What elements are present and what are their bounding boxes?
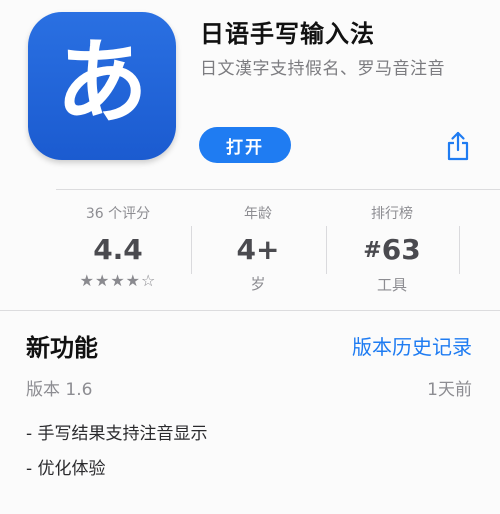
rank-hash: # — [363, 238, 382, 263]
version-label: 版本 1.6 — [26, 380, 93, 400]
stat-age[interactable]: 年龄 4+ 岁 — [200, 203, 316, 293]
rank-category: 工具 — [376, 276, 407, 294]
rank-label: 排行榜 — [371, 206, 413, 222]
release-note-item: - 优化体验 — [26, 459, 106, 479]
app-title: 日语手写输入法 — [200, 20, 375, 48]
version-history-link[interactable]: 版本历史记录 — [352, 331, 472, 360]
stat-separator — [326, 226, 327, 274]
release-notes: - 手写结果支持注音显示 - 优化体验 — [26, 424, 208, 494]
ratings-count-label: 36 个评分 — [85, 206, 151, 222]
stats-divider — [0, 310, 500, 311]
stat-ratings[interactable]: 36 个评分 4.4 ★★★★☆ — [56, 203, 180, 293]
app-store-page: あ 日语手写输入法 日文漢字支持假名、罗马音注音 打开 36 个评分 4.4 ★… — [0, 0, 500, 514]
rating-value: 4.4 — [93, 233, 143, 266]
share-button[interactable] — [444, 129, 472, 163]
app-icon-glyph: あ — [55, 29, 148, 136]
app-subtitle: 日文漢字支持假名、罗马音注音 — [200, 59, 445, 79]
age-label: 年龄 — [244, 206, 272, 222]
rank-number: 63 — [381, 233, 421, 266]
app-icon: あ — [28, 12, 176, 160]
open-button[interactable]: 打开 — [199, 127, 291, 163]
age-unit: 岁 — [250, 275, 266, 293]
stat-separator — [191, 226, 192, 274]
stat-rank[interactable]: 排行榜 #63 工具 — [334, 203, 450, 294]
rank-value: #63 — [334, 235, 450, 266]
stat-separator — [459, 226, 460, 274]
age-value: 4+ — [236, 233, 280, 266]
header-divider — [56, 189, 500, 190]
whats-new-title: 新功能 — [26, 334, 98, 362]
share-icon — [447, 131, 469, 161]
version-date: 1天前 — [427, 380, 472, 400]
rating-stars-icon: ★★★★☆ — [79, 271, 157, 290]
release-note-item: - 手写结果支持注音显示 — [26, 424, 208, 444]
